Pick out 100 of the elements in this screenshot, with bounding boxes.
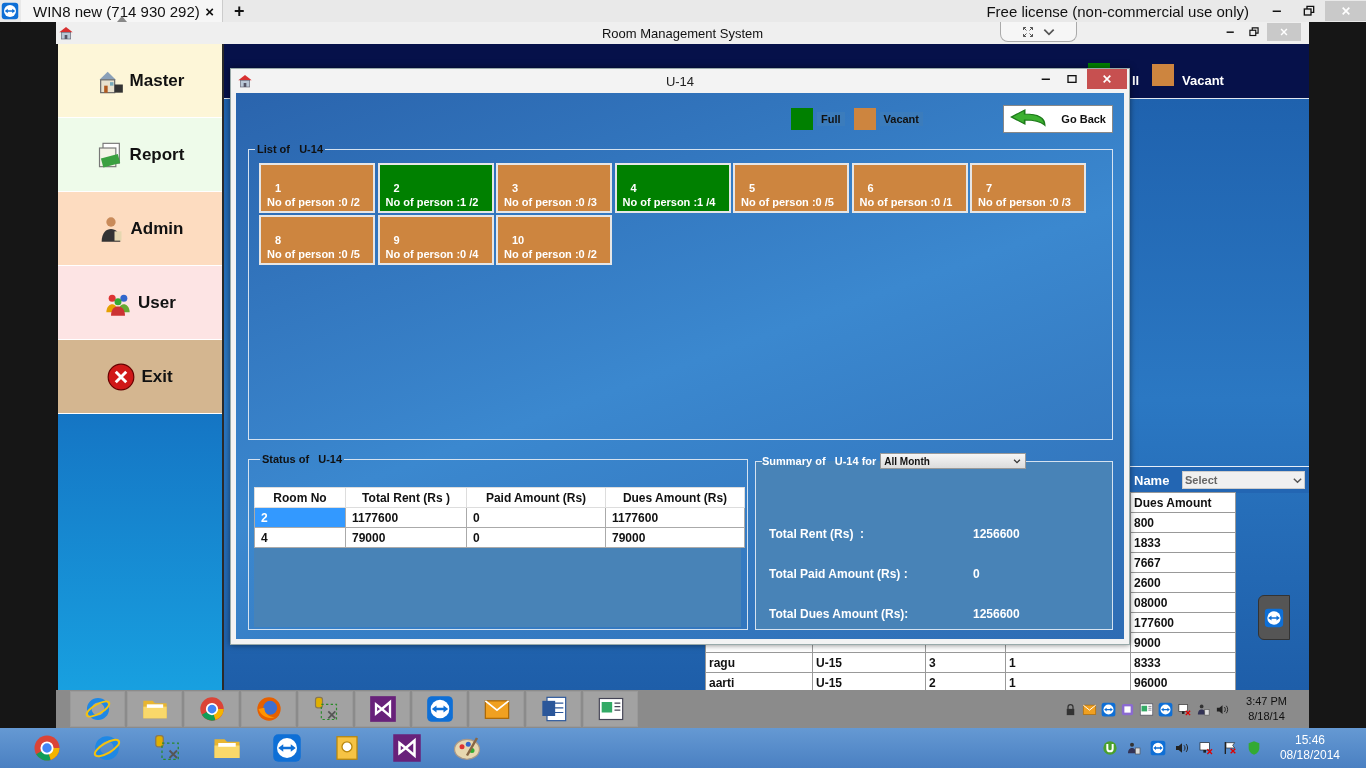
- restore-icon: [1301, 3, 1317, 19]
- window-title: Room Management System: [601, 25, 764, 41]
- summary-value: 1256600: [973, 607, 1021, 621]
- legend-label: ll: [1132, 73, 1140, 88]
- table-cell: ragu: [705, 652, 813, 673]
- network-icon: [1197, 740, 1214, 756]
- tab-close-button[interactable]: ×: [205, 2, 214, 20]
- room-number: 2: [393, 181, 401, 195]
- table-cell: 8333: [1130, 652, 1236, 673]
- side-panel-handle[interactable]: [1258, 595, 1290, 640]
- summary-value: 1256600: [973, 527, 1021, 541]
- window-icon: [1139, 701, 1155, 717]
- document-icon: [539, 695, 568, 723]
- occupancy-text: No of person :0 /5: [267, 247, 361, 261]
- column-header: Dues Amount (Rs): [605, 487, 745, 508]
- fox-globe-icon: [254, 695, 283, 723]
- table-cell: 1: [1005, 652, 1131, 673]
- occupancy-text: No of person :0 /1: [859, 195, 954, 209]
- room-tile[interactable]: 2 No of person :1 /2: [377, 163, 494, 213]
- table-cell: 2600: [1130, 572, 1236, 593]
- filter-label: Name: [1134, 473, 1170, 488]
- column-header: Room No: [254, 487, 346, 508]
- room-number: 6: [867, 181, 875, 195]
- envelope-icon: [1082, 701, 1098, 717]
- occupancy-text: No of person :0 /4: [385, 247, 480, 261]
- room-number: 5: [749, 181, 757, 195]
- person-icon: [1125, 740, 1142, 756]
- infinity-logo-icon: [368, 695, 397, 723]
- minimize-icon: [1272, 9, 1282, 13]
- go-back-button[interactable]: Go Back: [1003, 105, 1113, 133]
- room-tile[interactable]: 4 No of person :1 /4: [614, 163, 731, 213]
- clock-date: 08/18/2014: [1279, 748, 1340, 763]
- license-notice: Free license (non-commercial use only): [986, 2, 1249, 20]
- close-circle-icon: [107, 362, 136, 391]
- double-arrow-icon: [1, 2, 19, 20]
- taskbar-button[interactable]: [355, 691, 410, 727]
- table-cell: 177600: [1130, 612, 1236, 633]
- summary-label: Total Dues Amount (Rs):: [769, 607, 910, 621]
- legend-label: Vacant: [879, 112, 923, 126]
- occupancy-text: No of person :0 /3: [978, 195, 1072, 209]
- menu-button[interactable]: User: [58, 266, 222, 340]
- clock-time: 15:46: [1294, 733, 1325, 748]
- column-header: Total Rent (Rs ): [345, 487, 467, 508]
- taskbar-button[interactable]: [583, 691, 638, 727]
- new-tab-button[interactable]: +: [234, 0, 245, 22]
- name-dropdown[interactable]: Select: [1182, 471, 1305, 489]
- column-header: Dues Amount: [1130, 492, 1236, 513]
- table-cell: aarti: [705, 672, 813, 690]
- table-cell: 2: [925, 672, 1006, 690]
- occupancy-text: No of person :0 /3: [504, 195, 598, 209]
- infinity-logo-icon: [391, 733, 422, 763]
- minimize-icon: [1041, 77, 1051, 81]
- occupancy-text: No of person :0 /2: [504, 247, 598, 261]
- taskbar-button[interactable]: [526, 691, 581, 727]
- room-number: 1: [275, 181, 283, 195]
- restore-icon: [1247, 25, 1261, 39]
- house-icon: [237, 73, 253, 89]
- double-arrow-icon: [1101, 701, 1117, 717]
- room-number: 3: [512, 181, 520, 195]
- table-cell: 96000: [1130, 672, 1236, 690]
- clock-date: 8/18/14: [1248, 709, 1285, 724]
- taskbar-button[interactable]: [412, 691, 467, 727]
- period-dropdown[interactable]: All Month: [880, 453, 1027, 469]
- summary-value: 0: [973, 567, 981, 581]
- room-number: 10: [512, 233, 526, 247]
- table-cell[interactable]: 4: [254, 527, 346, 548]
- occupancy-text: No of person :1 /2: [385, 195, 480, 209]
- table-cell: 9000: [1130, 632, 1236, 653]
- summary-label: Total Paid Amount (Rs) :: [769, 567, 909, 581]
- toolbar-handle[interactable]: [1000, 22, 1077, 42]
- occupancy-text: No of person :1 /4: [622, 195, 717, 209]
- table-cell: U-15: [812, 672, 926, 690]
- table-cell: 7667: [1130, 552, 1236, 573]
- table-cell: 08000: [1130, 592, 1236, 613]
- room-number: 4: [630, 181, 638, 195]
- menu-button[interactable]: Report: [58, 118, 222, 192]
- double-arrow-icon: [1264, 607, 1284, 628]
- globe-icon: [91, 733, 122, 763]
- double-arrow-icon: [1158, 701, 1174, 717]
- fullscreen-icon: [1021, 25, 1034, 38]
- menu-button[interactable]: Admin: [58, 192, 222, 266]
- double-arrow-icon: [1149, 740, 1166, 756]
- summary-label: Total Rent (Rs) :: [769, 527, 866, 541]
- legend-label: Vacant: [1182, 73, 1224, 88]
- menu-button[interactable]: Exit: [58, 340, 222, 414]
- dialog-title: U-14: [665, 73, 695, 89]
- house-icon: [58, 25, 74, 41]
- table-cell: U-15: [812, 652, 926, 673]
- table-cell: 800: [1130, 512, 1236, 533]
- panel-title: Status of U-14: [261, 453, 344, 465]
- table-cell: 1: [1005, 672, 1131, 690]
- column-header: Paid Amount (Rs): [466, 487, 606, 508]
- caret-icon: [1012, 456, 1023, 466]
- globe-icon: [83, 695, 112, 723]
- session-tab[interactable]: WIN8 new (714 930 292) ×: [21, 0, 223, 22]
- torrent-icon: [1101, 740, 1118, 756]
- tricolor-circle-icon: [197, 695, 226, 723]
- menu-button[interactable]: Master: [58, 44, 222, 118]
- room-number: 7: [986, 181, 994, 195]
- room-number: 9: [393, 233, 401, 247]
